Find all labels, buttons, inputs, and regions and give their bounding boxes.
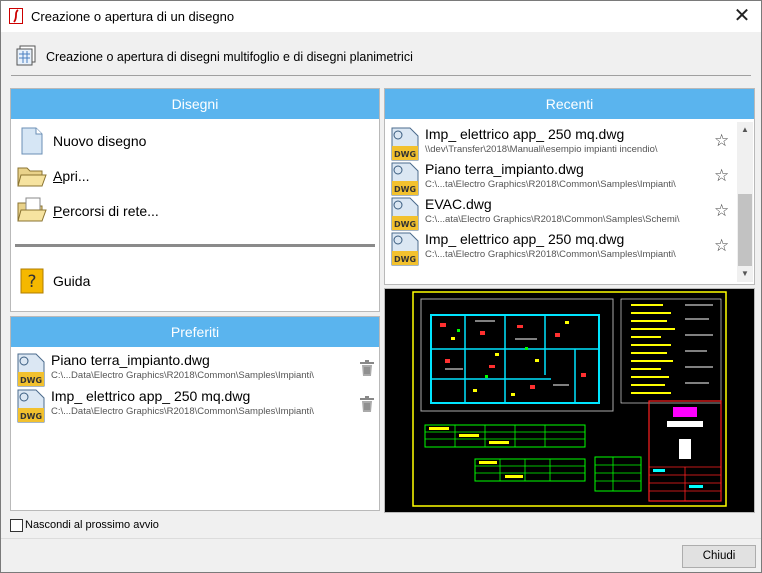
- open-label: pri...: [62, 168, 90, 184]
- dwg-file-icon: DWG: [391, 127, 419, 161]
- network-accesskey: P: [53, 203, 63, 219]
- favorite-file-item[interactable]: DWG Piano terra_impianto.dwg C:\...Data\…: [17, 351, 377, 387]
- open-button[interactable]: Apri...: [17, 161, 90, 191]
- actions-divider: [15, 244, 375, 247]
- svg-text:DWG: DWG: [394, 150, 416, 159]
- close-window-button[interactable]: ✕: [729, 4, 755, 28]
- dialog-window: Creazione o apertura di un disegno ✕ Cre…: [0, 0, 762, 573]
- trash-icon[interactable]: [360, 396, 374, 412]
- recent-file-name: Imp_ elettrico app_ 250 mq.dwg: [425, 126, 625, 142]
- multisheet-drawing-icon: [16, 45, 36, 66]
- disegni-panel: Disegni Nuovo disegno Apri... Percorsi d…: [10, 88, 380, 312]
- drawing-preview: [384, 288, 755, 513]
- star-icon[interactable]: ☆: [714, 131, 729, 151]
- svg-text:DWG: DWG: [20, 412, 42, 421]
- new-drawing-label: Nuovo disegno: [53, 133, 147, 149]
- recent-file-item[interactable]: DWG Imp_ elettrico app_ 250 mq.dwg \\dev…: [391, 125, 731, 161]
- svg-text:DWG: DWG: [394, 185, 416, 194]
- disegni-header: Disegni: [11, 89, 379, 119]
- help-label: Guida: [53, 273, 91, 289]
- hide-next-start-label: Nascondi al prossimo avvio: [25, 519, 159, 531]
- preferiti-panel: Preferiti DWG Piano terra_impianto.dwg C…: [10, 316, 380, 511]
- svg-text:DWG: DWG: [20, 376, 42, 385]
- header-separator: [11, 75, 751, 76]
- star-icon[interactable]: ☆: [714, 201, 729, 221]
- recent-file-name: Imp_ elettrico app_ 250 mq.dwg: [425, 231, 625, 247]
- recent-file-name: Piano terra_impianto.dwg: [425, 161, 584, 177]
- dwg-file-icon: DWG: [391, 197, 419, 231]
- help-icon: ?: [17, 266, 47, 296]
- dwg-file-icon: DWG: [17, 389, 45, 423]
- trash-icon[interactable]: [360, 360, 374, 376]
- title-bar: Creazione o apertura di un disegno ✕: [1, 1, 761, 32]
- recent-file-path: C:\...ta\Electro Graphics\R2018\Common\S…: [425, 179, 676, 190]
- scroll-thumb[interactable]: [738, 194, 752, 266]
- favorite-file-item[interactable]: DWG Imp_ elettrico app_ 250 mq.dwg C:\..…: [17, 387, 377, 423]
- open-accesskey: A: [53, 168, 63, 184]
- svg-text:DWG: DWG: [394, 255, 416, 264]
- network-paths-label: ercorsi di rete...: [62, 203, 159, 219]
- recenti-header: Recenti: [385, 89, 754, 119]
- recent-file-path: C:\...ta\Electro Graphics\R2018\Common\S…: [425, 249, 676, 260]
- network-folder-icon: [17, 196, 47, 226]
- recenti-scrollbar[interactable]: ▲ ▼: [737, 122, 753, 282]
- recent-file-name: EVAC.dwg: [425, 196, 492, 212]
- new-drawing-button[interactable]: Nuovo disegno: [17, 126, 146, 156]
- recent-file-item[interactable]: DWG EVAC.dwg C:\...ata\Electro Graphics\…: [391, 195, 731, 231]
- star-icon[interactable]: ☆: [714, 236, 729, 256]
- preferiti-header: Preferiti: [11, 317, 379, 347]
- recenti-panel: Recenti DWG Imp_ elettrico app_ 250 mq.d…: [384, 88, 755, 285]
- favorite-file-path: C:\...Data\Electro Graphics\R2018\Common…: [51, 370, 314, 381]
- close-button[interactable]: Chiudi: [682, 545, 756, 568]
- header-description: Creazione o apertura di disegni multifog…: [46, 50, 413, 64]
- help-button[interactable]: ? Guida: [17, 266, 90, 296]
- app-logo-icon: [9, 8, 23, 24]
- folder-open-icon: [17, 161, 47, 191]
- svg-text:DWG: DWG: [394, 220, 416, 229]
- recent-file-path: \\dev\Transfer\2018\Manuali\esempio impi…: [425, 144, 658, 155]
- dwg-file-icon: DWG: [391, 232, 419, 266]
- scroll-down-icon[interactable]: ▼: [737, 266, 753, 282]
- dwg-file-icon: DWG: [391, 162, 419, 196]
- window-title: Creazione o apertura di un disegno: [31, 9, 235, 24]
- recent-file-item[interactable]: DWG Imp_ elettrico app_ 250 mq.dwg C:\..…: [391, 230, 731, 266]
- favorite-file-path: C:\...Data\Electro Graphics\R2018\Common…: [51, 406, 314, 417]
- hide-next-start-checkbox[interactable]: [10, 519, 23, 532]
- recent-file-item[interactable]: DWG Piano terra_impianto.dwg C:\...ta\El…: [391, 160, 731, 196]
- dwg-file-icon: DWG: [17, 353, 45, 387]
- network-paths-button[interactable]: Percorsi di rete...: [17, 196, 159, 226]
- cad-preview-image: [412, 291, 727, 507]
- star-icon[interactable]: ☆: [714, 166, 729, 186]
- svg-text:?: ?: [27, 272, 36, 292]
- new-document-icon: [17, 126, 47, 156]
- favorite-file-name: Piano terra_impianto.dwg: [51, 352, 210, 368]
- scroll-up-icon[interactable]: ▲: [737, 122, 753, 138]
- favorite-file-name: Imp_ elettrico app_ 250 mq.dwg: [51, 388, 251, 404]
- recent-file-path: C:\...ata\Electro Graphics\R2018\Common\…: [425, 214, 680, 225]
- footer-separator: [1, 538, 761, 539]
